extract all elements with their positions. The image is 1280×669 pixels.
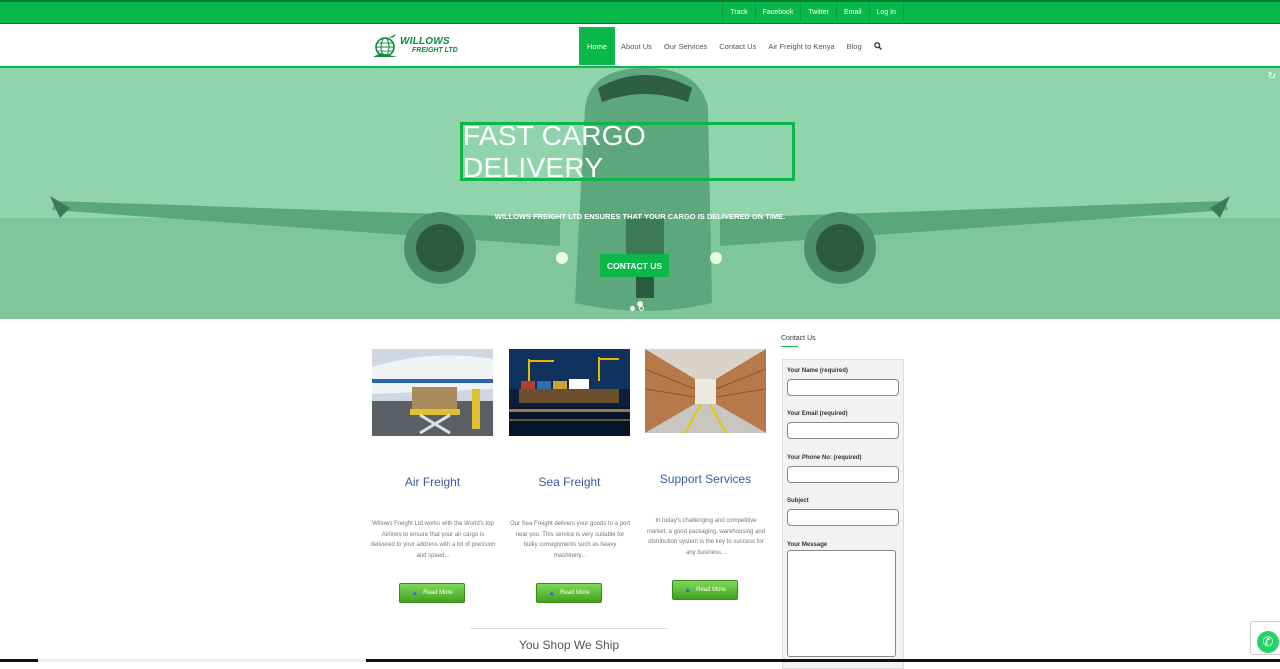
logo-line-2: FREIGHT LTD — [412, 47, 458, 54]
sea-freight-text: Our Sea Freight delivers your goods to a… — [509, 521, 631, 559]
message-label: Your Message — [787, 542, 828, 548]
refresh-icon[interactable]: ↻ — [1268, 71, 1276, 82]
air-freight-read-more-button[interactable]: ▲ Read More — [399, 583, 465, 603]
site-logo[interactable]: WILLOWS FREIGHT LTD — [372, 33, 468, 59]
contact-form: Your Name (required) Your Email (require… — [782, 359, 904, 669]
nav-blog[interactable]: Blog — [841, 27, 868, 65]
slider-dot-1[interactable] — [630, 306, 635, 311]
globe-plane-icon — [373, 34, 397, 57]
title-underline — [781, 346, 798, 347]
air-freight-title[interactable]: Air Freight — [372, 475, 493, 489]
sea-freight-read-more-button[interactable]: ▲ Read More — [536, 583, 602, 603]
air-freight-text: Willows Freight Ltd works with the World… — [370, 521, 496, 559]
service-card-support — [645, 349, 769, 436]
search-icon[interactable] — [868, 27, 888, 65]
top-link-facebook[interactable]: Facebook — [754, 2, 801, 24]
airplane-hero-image — [0, 68, 1280, 319]
support-services-text: In today's challenging and competitive m… — [646, 518, 766, 556]
top-link-login[interactable]: Log In — [868, 2, 904, 24]
whatsapp-icon: ✆ — [1257, 631, 1279, 653]
nav-our-services[interactable]: Our Services — [658, 27, 713, 65]
message-textarea[interactable] — [787, 550, 896, 657]
support-services-read-more-button[interactable]: ▲ Read More — [672, 580, 738, 600]
nav-air-freight-kenya[interactable]: Air Freight to Kenya — [762, 27, 840, 65]
top-link-twitter[interactable]: Twitter — [800, 2, 836, 24]
service-card-sea — [509, 349, 633, 436]
hero-title: FAST CARGO DELIVERY — [460, 120, 795, 183]
nav-home[interactable]: Home — [579, 27, 616, 65]
hero-slider: ↻ FAST CARGO DELIVERY WILLOWS FREIGHT LT… — [0, 68, 1280, 319]
air-freight-image — [372, 349, 493, 436]
email-label: Your Email (required) — [787, 411, 848, 417]
email-field[interactable] — [787, 422, 899, 439]
nav-about-us[interactable]: About Us — [615, 27, 658, 65]
logo-text: WILLOWS FREIGHT LTD — [400, 37, 458, 55]
top-link-track[interactable]: Track — [722, 2, 754, 24]
name-label: Your Name (required) — [787, 368, 848, 374]
contact-widget-title: Contact Us — [781, 335, 816, 342]
contact-us-button[interactable]: CONTACT US — [600, 254, 669, 277]
section-divider — [470, 628, 668, 629]
top-link-email[interactable]: Email — [836, 2, 869, 24]
section-heading: You Shop We Ship — [518, 638, 620, 652]
thumbs-up-icon: ▲ — [548, 589, 556, 597]
logo-line-1: WILLOWS — [400, 36, 450, 47]
subject-field[interactable] — [787, 509, 899, 526]
subject-label: Subject — [787, 498, 809, 504]
hero-subtitle: WILLOWS FREIGHT LTD ENSURES THAT YOUR CA… — [494, 212, 786, 221]
phone-label: Your Phone No: (required) — [787, 455, 862, 461]
service-card-air — [372, 349, 496, 436]
top-bar: Track Facebook Twitter Email Log In — [0, 0, 1280, 24]
slider-dot-2[interactable] — [639, 306, 644, 311]
read-more-label: Read More — [560, 590, 590, 596]
thumbs-up-icon: ▲ — [411, 589, 419, 597]
nav-contact-us[interactable]: Contact Us — [713, 27, 762, 65]
read-more-label: Read More — [696, 587, 726, 593]
whatsapp-widget[interactable]: ✆ — [1250, 621, 1280, 655]
slider-dots — [630, 306, 644, 311]
main-nav: Home About Us Our Services Contact Us Ai… — [579, 27, 888, 65]
read-more-label: Read More — [423, 590, 453, 596]
warehouse-image — [645, 349, 766, 436]
phone-field[interactable] — [787, 466, 899, 483]
site-header: WILLOWS FREIGHT LTD Home About Us Our Se… — [0, 24, 1280, 68]
sea-freight-image — [509, 349, 630, 436]
support-services-title[interactable]: Support Services — [645, 472, 766, 486]
top-links: Track Facebook Twitter Email Log In — [722, 2, 904, 24]
sea-freight-title[interactable]: Sea Freight — [509, 475, 630, 489]
thumbs-up-icon: ▲ — [684, 586, 692, 594]
name-field[interactable] — [787, 379, 899, 396]
